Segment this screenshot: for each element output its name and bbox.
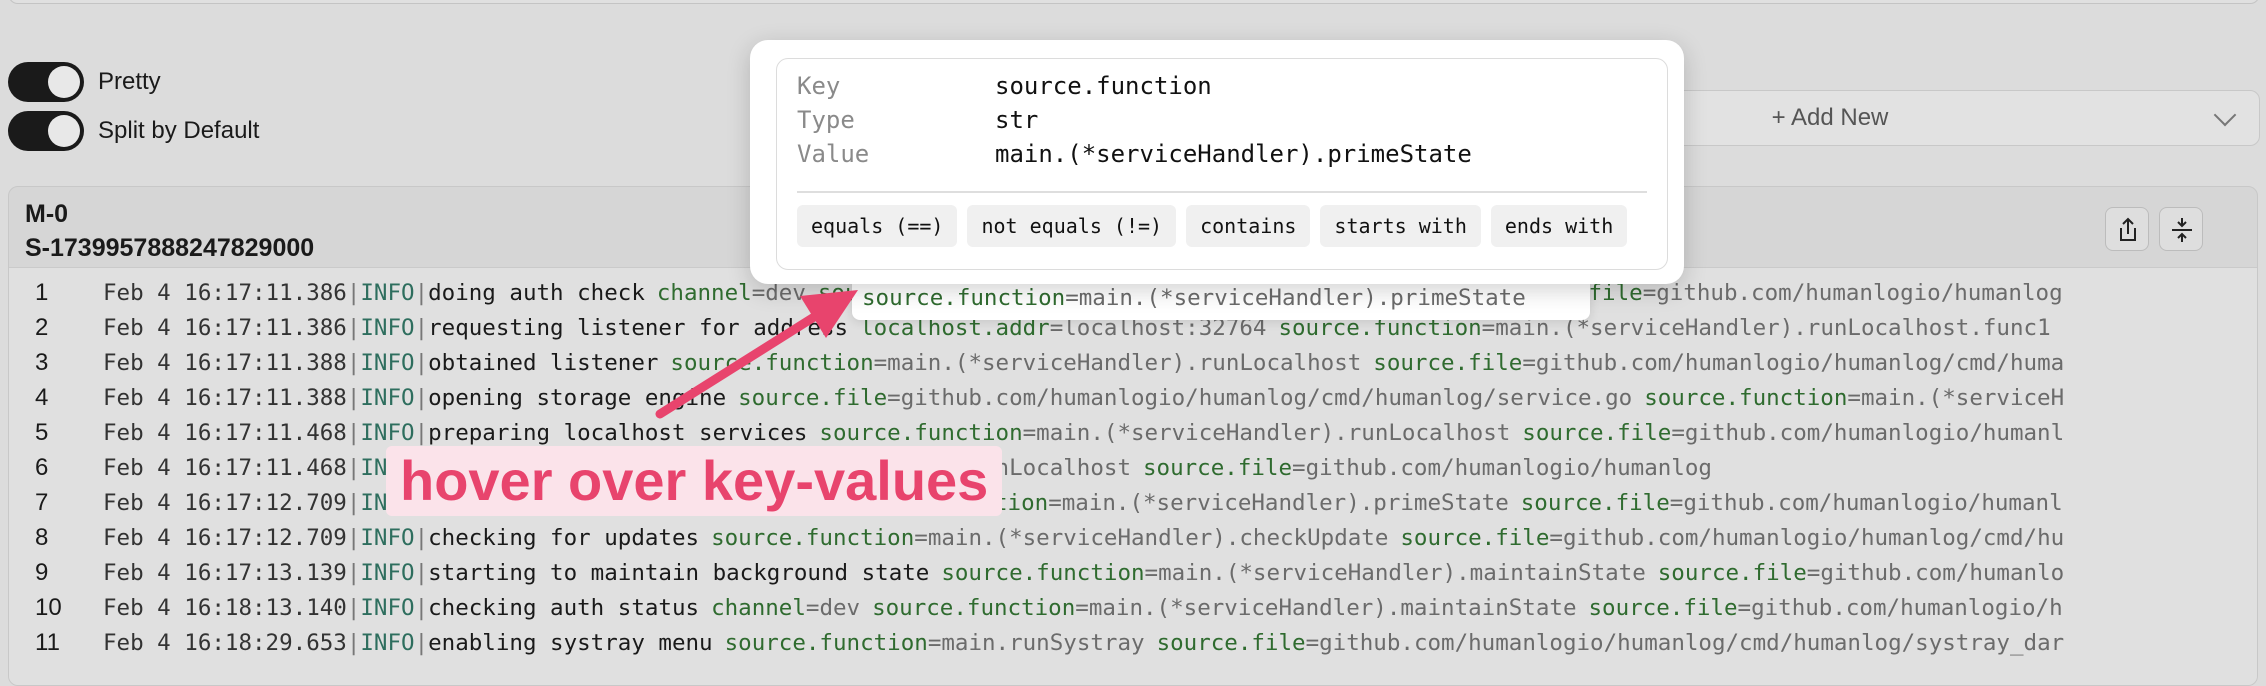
callout-arrow bbox=[655, 290, 858, 419]
callout-label: hover over key-values bbox=[386, 446, 1003, 516]
